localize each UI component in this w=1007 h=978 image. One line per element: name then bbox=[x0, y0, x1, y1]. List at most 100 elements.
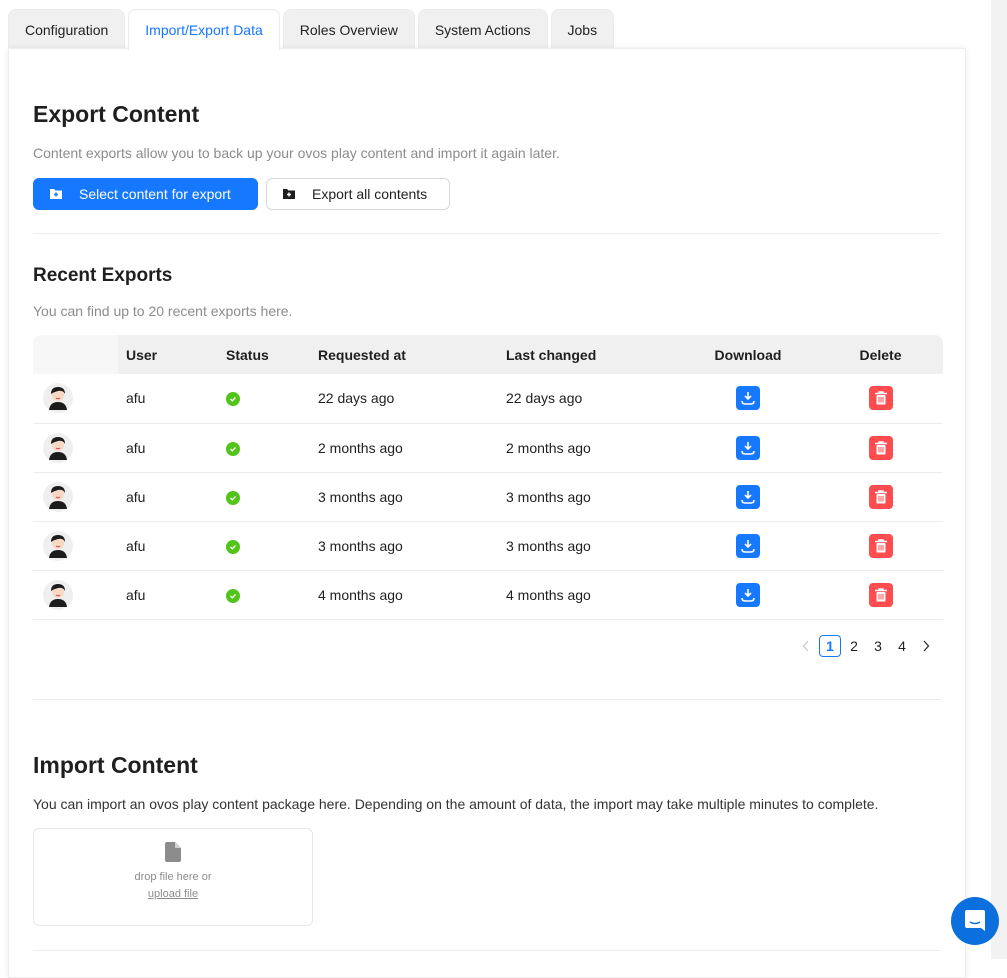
download-button[interactable] bbox=[736, 386, 760, 411]
download-button[interactable] bbox=[736, 533, 760, 558]
status-cell bbox=[218, 374, 310, 424]
avatar-cell bbox=[33, 423, 118, 473]
delete-cell bbox=[818, 374, 943, 424]
upload-file-link[interactable]: upload file bbox=[134, 886, 211, 903]
requested-at-cell: 3 months ago bbox=[310, 521, 498, 571]
user-cell: afu bbox=[118, 423, 218, 473]
export-all-contents-button[interactable]: Export all contents bbox=[266, 178, 450, 210]
avatar-image bbox=[49, 534, 67, 558]
export-all-label: Export all contents bbox=[312, 186, 428, 202]
table-row: afu 3 months ago 3 months ago bbox=[33, 521, 943, 571]
download-cell bbox=[678, 374, 818, 424]
delete-cell bbox=[818, 423, 943, 473]
file-dropzone[interactable]: drop file here or upload file bbox=[33, 828, 313, 926]
last-changed-cell: 4 months ago bbox=[498, 570, 678, 620]
tab-jobs[interactable]: Jobs bbox=[550, 9, 615, 49]
section-divider bbox=[33, 950, 941, 951]
chat-icon bbox=[965, 910, 985, 931]
last-changed-cell: 3 months ago bbox=[498, 521, 678, 571]
avatar-image bbox=[49, 387, 67, 411]
column-header-status: Status bbox=[218, 335, 310, 374]
page-scrollbar[interactable] bbox=[991, 0, 1007, 959]
download-cell bbox=[678, 570, 818, 620]
pagination-next-button[interactable] bbox=[915, 635, 937, 657]
avatar-cell bbox=[33, 472, 118, 522]
check-icon bbox=[230, 446, 236, 452]
requested-at-cell: 2 months ago bbox=[310, 423, 498, 473]
user-cell: afu bbox=[118, 521, 218, 571]
column-header-delete: Delete bbox=[818, 335, 943, 374]
last-changed-cell: 22 days ago bbox=[498, 374, 678, 424]
download-cell bbox=[678, 423, 818, 473]
table-header-row: User Status Requested at Last changed Do… bbox=[33, 335, 943, 374]
avatar bbox=[43, 383, 73, 414]
avatar-image bbox=[49, 583, 67, 607]
download-button[interactable] bbox=[736, 484, 760, 509]
avatar bbox=[43, 432, 73, 463]
dropzone-hint: drop file here or bbox=[134, 871, 212, 883]
tab-configuration[interactable]: Configuration bbox=[8, 9, 126, 49]
delete-button[interactable] bbox=[868, 533, 893, 558]
recent-exports-title: Recent Exports bbox=[33, 265, 173, 286]
status-cell bbox=[218, 570, 310, 620]
select-content-label: Select content for export bbox=[79, 186, 231, 202]
trash-icon bbox=[874, 440, 887, 454]
pagination-page-2[interactable]: 2 bbox=[843, 635, 865, 657]
avatar bbox=[43, 530, 73, 561]
status-success-icon bbox=[226, 441, 240, 456]
status-cell bbox=[218, 423, 310, 473]
download-cell bbox=[678, 472, 818, 522]
import-title: Import Content bbox=[33, 752, 198, 778]
check-icon bbox=[230, 593, 236, 599]
delete-button[interactable] bbox=[868, 435, 893, 460]
support-chat-button[interactable] bbox=[951, 897, 999, 945]
download-button[interactable] bbox=[736, 582, 760, 607]
tab-system-actions[interactable]: System Actions bbox=[417, 9, 548, 49]
last-changed-cell: 3 months ago bbox=[498, 472, 678, 522]
column-header-requested-at: Requested at bbox=[310, 335, 498, 374]
delete-button[interactable] bbox=[868, 582, 893, 607]
pagination-page-1[interactable]: 1 bbox=[819, 635, 841, 657]
requested-at-cell: 3 months ago bbox=[310, 472, 498, 522]
status-cell bbox=[218, 472, 310, 522]
status-success-icon bbox=[226, 539, 240, 554]
select-content-for-export-button[interactable]: Select content for export bbox=[33, 178, 258, 210]
table-row: afu 22 days ago 22 days ago bbox=[33, 374, 943, 424]
status-cell bbox=[218, 521, 310, 571]
avatar-cell bbox=[33, 570, 118, 620]
tab-panel: Export Content Content exports allow you… bbox=[8, 48, 966, 978]
download-button[interactable] bbox=[736, 435, 760, 460]
avatar bbox=[43, 481, 73, 512]
delete-cell bbox=[818, 570, 943, 620]
export-title: Export Content bbox=[33, 101, 200, 127]
status-success-icon bbox=[226, 588, 240, 603]
trash-icon bbox=[874, 489, 887, 503]
download-cell bbox=[678, 521, 818, 571]
requested-at-cell: 22 days ago bbox=[310, 374, 498, 424]
file-icon bbox=[165, 842, 181, 862]
user-cell: afu bbox=[118, 570, 218, 620]
column-header-avatar bbox=[33, 335, 118, 374]
delete-button[interactable] bbox=[868, 386, 893, 411]
pagination-prev-button[interactable] bbox=[795, 635, 817, 657]
delete-cell bbox=[818, 472, 943, 522]
table-row: afu 2 months ago 2 months ago bbox=[33, 423, 943, 473]
delete-button[interactable] bbox=[868, 484, 893, 509]
pagination-page-3[interactable]: 3 bbox=[867, 635, 889, 657]
avatar-image bbox=[49, 485, 67, 509]
avatar-cell bbox=[33, 374, 118, 424]
folder-add-icon bbox=[283, 189, 295, 199]
table-row: afu 4 months ago 4 months ago bbox=[33, 570, 943, 620]
check-icon bbox=[230, 495, 236, 501]
user-cell: afu bbox=[118, 374, 218, 424]
download-icon bbox=[741, 392, 755, 406]
table-row: afu 3 months ago 3 months ago bbox=[33, 472, 943, 522]
chevron-right-icon bbox=[923, 640, 930, 652]
tab-import-export-data[interactable]: Import/Export Data bbox=[128, 9, 280, 50]
status-success-icon bbox=[226, 392, 240, 407]
tab-roles-overview[interactable]: Roles Overview bbox=[282, 9, 415, 49]
column-header-last-changed: Last changed bbox=[498, 335, 678, 374]
column-header-download: Download bbox=[678, 335, 818, 374]
pagination: 1 2 3 4 bbox=[795, 635, 937, 657]
pagination-page-4[interactable]: 4 bbox=[891, 635, 913, 657]
